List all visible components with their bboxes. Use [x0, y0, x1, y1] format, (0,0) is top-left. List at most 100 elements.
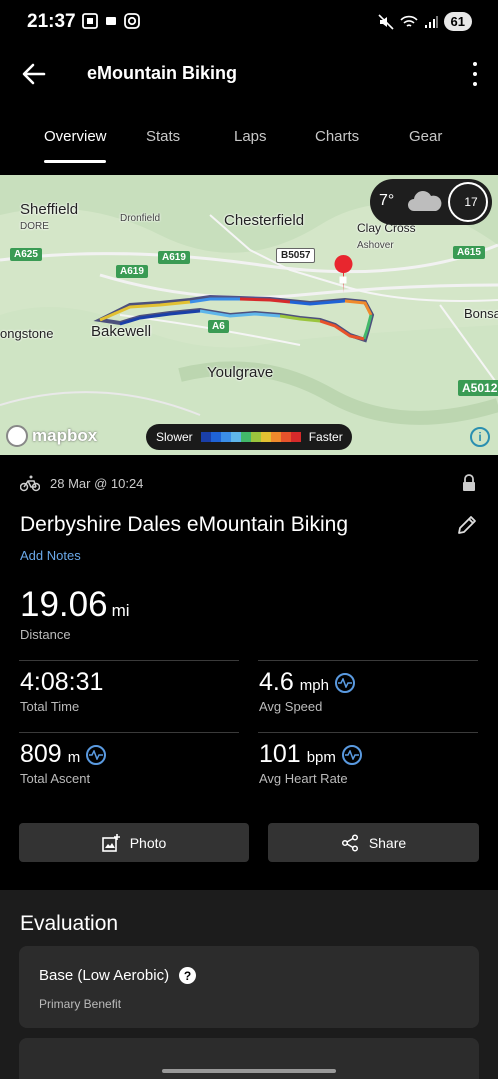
evaluation-card[interactable]: Base (Low Aerobic) ? Primary Benefit: [19, 946, 479, 1028]
training-benefit-label: Primary Benefit: [39, 997, 122, 1011]
road-badge: A5012: [458, 380, 498, 396]
stat-avg-speed: 4.6 mph Avg Speed: [259, 668, 355, 714]
map-label-youlgrave: Youlgrave: [207, 364, 274, 381]
legend-color-swatch: [240, 432, 251, 442]
speed-legend: Slower Faster: [146, 424, 352, 450]
distance-label: Distance: [20, 627, 71, 642]
legend-color-swatch: [220, 432, 231, 442]
map-pin-icon: [334, 267, 354, 297]
back-button[interactable]: [20, 60, 48, 88]
distance-value: 19.06: [20, 585, 108, 624]
distance-unit: mi: [111, 601, 130, 620]
total-time-value: 4:08:31: [20, 668, 104, 696]
road-badge: B5057: [276, 248, 316, 263]
tab-charts[interactable]: Charts: [315, 128, 359, 145]
route-map[interactable]: Sheffield DORE Dronfield Chesterfield Cl…: [0, 175, 498, 455]
share-icon: [341, 833, 358, 852]
avg-speed-label: Avg Speed: [259, 699, 323, 714]
tab-stats[interactable]: Stats: [146, 128, 180, 145]
legend-color-swatch: [200, 432, 211, 442]
map-label-bakewell: Bakewell: [91, 323, 152, 340]
weather-temperature: 7°: [379, 192, 395, 209]
map-label-ashover: Ashover: [357, 240, 394, 251]
road-badge: A619: [158, 251, 190, 264]
signal-icon: [424, 15, 438, 28]
activity-date: 28 Mar @ 10:24: [50, 475, 144, 491]
status-system-icons: 61: [377, 12, 472, 31]
map-label-dore: DORE: [20, 221, 49, 232]
home-indicator[interactable]: [162, 1069, 336, 1073]
help-icon[interactable]: ?: [179, 967, 197, 984]
total-ascent-label: Total Ascent: [20, 771, 91, 786]
divider: [19, 732, 239, 733]
total-time-label: Total Time: [20, 699, 80, 714]
ebike-icon: [20, 475, 40, 492]
legend-faster-label: Faster: [308, 430, 343, 444]
weather-widget[interactable]: 7° 17: [370, 179, 492, 225]
map-label-sheffield: Sheffield: [20, 201, 79, 218]
training-benefit-row: Base (Low Aerobic) ?: [39, 967, 197, 984]
legend-slower-label: Slower: [156, 430, 193, 444]
mapbox-logo-text: mapbox: [32, 426, 98, 445]
tab-overview[interactable]: Overview: [44, 128, 107, 145]
tab-gear[interactable]: Gear: [409, 128, 442, 145]
map-label-longstone: ongstone: [0, 326, 54, 341]
map-label-dronfield: Dronfield: [120, 213, 161, 224]
speed-chart-icon[interactable]: [334, 672, 355, 693]
divider: [258, 660, 478, 661]
activity-title: Derbyshire Dales eMountain Biking: [20, 513, 348, 536]
evaluation-heading: Evaluation: [20, 912, 119, 935]
map-label-chesterfield: Chesterfield: [224, 212, 305, 229]
status-notification-icons: [82, 13, 140, 29]
divider: [258, 732, 478, 733]
stat-avg-heart-rate: 101 bpm Avg Heart Rate: [259, 740, 362, 786]
share-button[interactable]: Share: [268, 823, 479, 862]
lock-icon[interactable]: [462, 474, 476, 492]
road-badge: A615: [453, 246, 485, 259]
map-info-icon[interactable]: i: [470, 427, 490, 447]
add-photo-button[interactable]: Photo: [19, 823, 249, 862]
tab-active-indicator: [44, 160, 106, 163]
page-title: eMountain Biking: [87, 63, 237, 83]
legend-color-scale: [200, 432, 301, 442]
divider: [19, 660, 239, 661]
share-label: Share: [368, 834, 407, 851]
training-benefit-value: Base (Low Aerobic): [39, 967, 170, 984]
app-bar: eMountain Biking: [0, 46, 498, 102]
evaluation-section: Evaluation Base (Low Aerobic) ? Primary …: [0, 890, 498, 1079]
legend-color-swatch: [230, 432, 241, 442]
status-time: 21:37: [27, 11, 76, 32]
avg-hr-unit: bpm: [306, 749, 336, 766]
legend-color-swatch: [270, 432, 281, 442]
instagram-icon: [124, 13, 140, 29]
wifi-icon: [399, 15, 418, 27]
mute-icon: [377, 13, 394, 30]
legend-color-swatch: [290, 432, 301, 442]
avg-speed-value: 4.6: [259, 668, 294, 696]
avg-hr-value: 101: [259, 740, 301, 768]
road-badge: A625: [10, 248, 42, 261]
heart-rate-chart-icon[interactable]: [341, 744, 362, 765]
map-label-bonsall: Bonsa: [464, 306, 498, 321]
add-photo-icon: [101, 833, 120, 852]
road-badge: A619: [116, 265, 148, 278]
mapbox-logo: mapbox: [6, 425, 97, 447]
more-options-button[interactable]: [470, 60, 480, 88]
activity-date-row: 28 Mar @ 10:24: [20, 474, 143, 492]
status-bar: 21:37 61: [0, 0, 498, 46]
elevation-chart-icon[interactable]: [86, 744, 107, 765]
tab-laps[interactable]: Laps: [234, 128, 267, 145]
battery-indicator: 61: [443, 12, 472, 31]
add-notes-link[interactable]: Add Notes: [20, 548, 81, 563]
legend-color-swatch: [280, 432, 291, 442]
legend-color-swatch: [260, 432, 271, 442]
arrow-left-icon: [22, 63, 46, 85]
photo-label: Photo: [129, 834, 167, 851]
stat-total-time: 4:08:31 Total Time: [20, 668, 103, 714]
stat-total-ascent: 809 m Total Ascent: [20, 740, 107, 786]
edit-pencil-icon[interactable]: [456, 514, 478, 536]
tab-bar: Overview Stats Laps Charts Gear: [0, 112, 498, 163]
cloud-icon: [408, 191, 442, 211]
mapbox-logo-icon: [6, 425, 28, 447]
avg-hr-label: Avg Heart Rate: [259, 771, 348, 786]
